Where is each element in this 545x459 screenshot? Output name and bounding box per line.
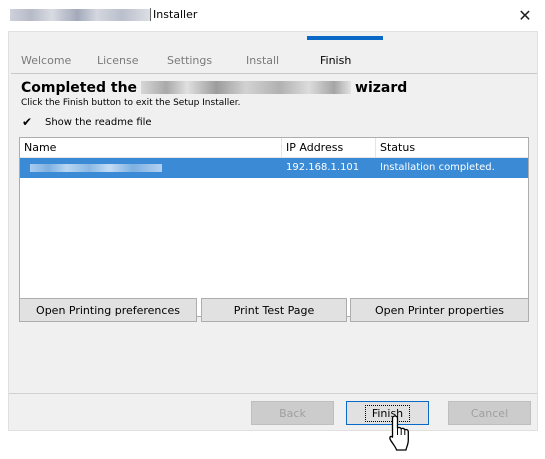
step-welcome: Welcome [21,54,72,67]
step-finish: Finish [320,54,352,67]
app-name-redacted [10,9,150,21]
title-separator [150,8,151,21]
readme-label: Show the readme file [45,116,152,128]
mouse-pointer-icon [389,415,409,451]
column-name[interactable]: Name [20,138,282,157]
title-prefix: Completed the [21,80,138,96]
column-status[interactable]: Status [376,138,528,157]
readme-checkbox-row[interactable]: ✔ Show the readme file [21,115,152,129]
wizard-panel: Welcome License Settings Install Finish … [8,31,538,431]
step-install: Install [246,54,280,67]
page-title: Completed the wizard [21,80,407,96]
steps-divider [11,73,537,74]
active-step-indicator [307,36,383,40]
open-printing-preferences-button[interactable]: Open Printing preferences [19,298,197,322]
instruction-text: Click the Finish button to exit the Setu… [21,98,241,108]
back-button[interactable]: Back [251,401,334,425]
product-name-redacted [141,81,352,94]
footer-divider [9,393,537,394]
column-ip-address[interactable]: IP Address [282,138,376,157]
title-bar: Installer ✕ [0,0,545,31]
row-ip-cell: 192.168.1.101 [286,162,360,173]
row-status-cell: Installation completed. [380,162,495,173]
printer-list: Name IP Address Status 192.168.1.101 Ins… [19,137,529,317]
row-name-cell [20,158,282,178]
close-icon[interactable]: ✕ [505,0,545,30]
table-row[interactable]: 192.168.1.101 Installation completed. [20,158,528,178]
table-header: Name IP Address Status [20,138,528,158]
window-title: Installer [153,8,198,21]
open-printer-properties-button[interactable]: Open Printer properties [350,298,529,322]
printer-name-redacted [30,164,162,172]
print-test-page-button[interactable]: Print Test Page [201,298,347,322]
title-suffix: wizard [355,80,408,96]
step-settings: Settings [167,54,213,67]
wizard-steps: Welcome License Settings Install Finish [9,54,539,70]
installer-window: Installer ✕ Welcome License Settings Ins… [0,0,545,459]
readme-checkbox[interactable]: ✔ [21,116,33,128]
cancel-button[interactable]: Cancel [448,401,531,425]
step-license: License [97,54,139,67]
